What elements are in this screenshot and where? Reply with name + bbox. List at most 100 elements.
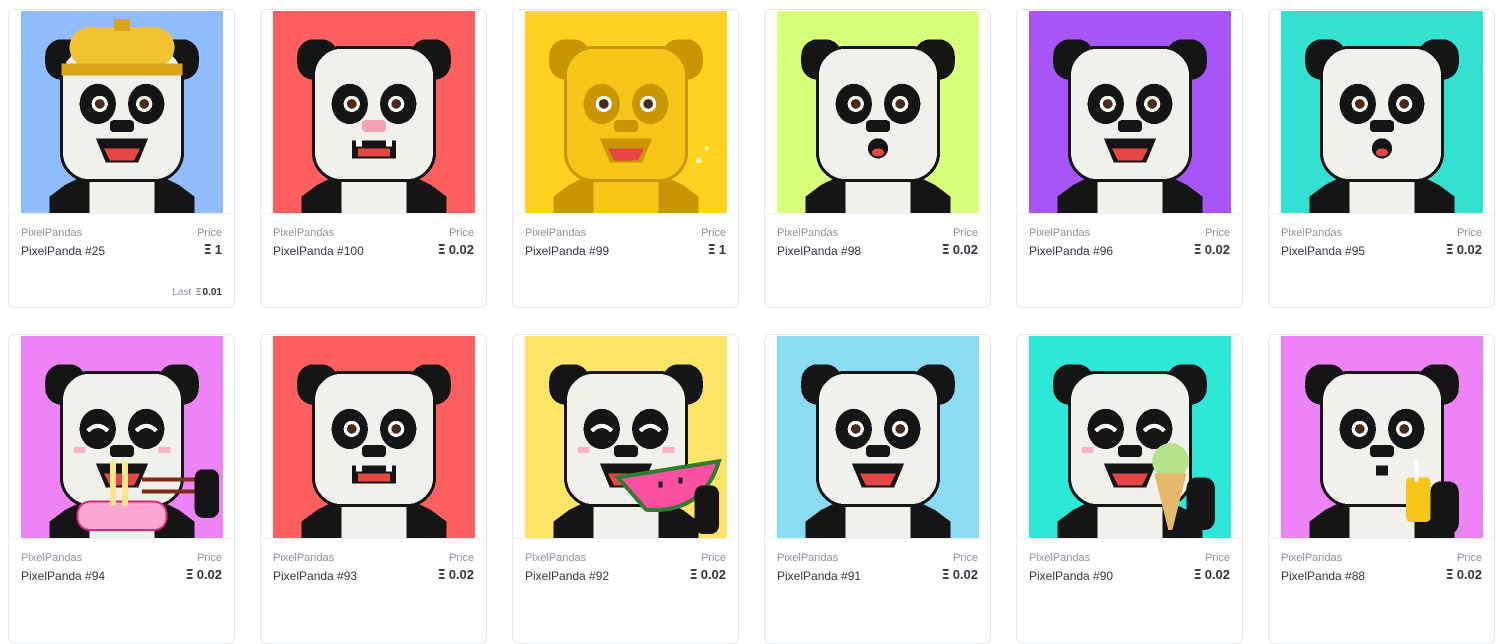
eth-icon: Ξ [437,243,446,258]
nft-card[interactable]: PixelPandas PixelPanda #25 Price Ξ1 Last… [8,9,235,308]
item-name[interactable]: PixelPanda #91 [777,569,861,583]
card-info: PixelPandas PixelPanda #95 Price Ξ 0.02 [1269,213,1494,307]
item-name[interactable]: PixelPanda #95 [1281,244,1365,258]
item-name[interactable]: PixelPanda #93 [273,569,357,583]
price-amount: 0.02 [1204,567,1230,582]
last-label: Last [172,287,192,298]
price-label: Price [952,552,978,564]
eth-icon: Ξ [195,287,202,298]
item-name[interactable]: PixelPanda #92 [525,569,609,583]
collection-name[interactable]: PixelPandas [1281,552,1342,564]
collection-name[interactable]: PixelPandas [21,227,82,239]
price-value: Ξ 0.02 [941,242,978,258]
item-name[interactable]: PixelPanda #90 [1029,569,1113,583]
price-label: Price [1204,227,1230,239]
price-label: Price [196,227,222,239]
card-info: PixelPandas PixelPanda #25 Price Ξ1 Last… [9,213,234,307]
nft-image[interactable] [21,336,223,538]
nft-image[interactable] [777,11,979,213]
nft-card[interactable]: PixelPandas PixelPanda #88 Price Ξ 0.02 [1268,334,1495,644]
nft-card[interactable]: PixelPandas PixelPanda #90 Price Ξ 0.02 [1016,334,1243,644]
price-label: Price [448,227,474,239]
price-amount: 0.02 [952,567,978,582]
eth-icon: Ξ [1445,243,1454,258]
card-info: PixelPandas PixelPanda #99 Price Ξ1 [513,213,738,307]
nft-card[interactable]: PixelPandas PixelPanda #100 Price Ξ 0.02 [260,9,487,308]
price-amount: 1 [718,242,726,257]
nft-image[interactable] [273,11,475,213]
price-label: Price [700,552,726,564]
price-value: Ξ 0.02 [437,242,474,258]
last-sale: Last Ξ0.01 [172,287,222,298]
eth-icon: Ξ [1193,243,1202,258]
nft-image[interactable] [1029,11,1231,213]
collection-name[interactable]: PixelPandas [1281,227,1342,239]
price-value: Ξ 0.02 [941,567,978,583]
price-value: Ξ 0.02 [185,567,222,583]
nft-image[interactable] [1281,11,1483,213]
price-label: Price [1456,227,1482,239]
price-value: Ξ 0.02 [1193,567,1230,583]
item-name[interactable]: PixelPanda #94 [21,569,105,583]
nft-image[interactable] [1281,336,1483,538]
item-name[interactable]: PixelPanda #96 [1029,244,1113,258]
eth-icon: Ξ [941,243,950,258]
price-amount: 0.02 [1204,242,1230,257]
nft-image[interactable] [525,336,727,538]
price-label: Price [1456,552,1482,564]
nft-card[interactable]: PixelPandas PixelPanda #91 Price Ξ 0.02 [764,334,991,644]
item-name[interactable]: PixelPanda #88 [1281,569,1365,583]
price-amount: 0.02 [196,567,222,582]
nft-card[interactable]: PixelPandas PixelPanda #94 Price Ξ 0.02 [8,334,235,644]
nft-image[interactable] [273,336,475,538]
eth-icon: Ξ [1193,568,1202,583]
nft-card[interactable]: PixelPandas PixelPanda #93 Price Ξ 0.02 [260,334,487,644]
nft-card-grid: PixelPandas PixelPanda #25 Price Ξ1 Last… [0,0,1500,644]
collection-name[interactable]: PixelPandas [777,552,838,564]
collection-name[interactable]: PixelPandas [525,227,586,239]
price-label: Price [700,227,726,239]
card-info: PixelPandas PixelPanda #88 Price Ξ 0.02 [1269,538,1494,635]
eth-icon: Ξ [203,243,212,258]
price-label: Price [1204,552,1230,564]
nft-image[interactable] [525,11,727,213]
price-amount: 0.02 [952,242,978,257]
price-value: Ξ 0.02 [437,567,474,583]
item-name[interactable]: PixelPanda #25 [21,244,105,258]
nft-image[interactable] [21,11,223,213]
collection-name[interactable]: PixelPandas [273,227,334,239]
nft-card[interactable]: PixelPandas PixelPanda #99 Price Ξ1 [512,9,739,308]
card-info: PixelPandas PixelPanda #100 Price Ξ 0.02 [261,213,486,307]
collection-name[interactable]: PixelPandas [525,552,586,564]
nft-card[interactable]: PixelPandas PixelPanda #98 Price Ξ 0.02 [764,9,991,308]
item-name[interactable]: PixelPanda #99 [525,244,609,258]
collection-name[interactable]: PixelPandas [273,552,334,564]
card-info: PixelPandas PixelPanda #91 Price Ξ 0.02 [765,538,990,635]
price-amount: 1 [214,242,222,257]
collection-name[interactable]: PixelPandas [1029,552,1090,564]
price-label: Price [448,552,474,564]
eth-icon: Ξ [941,568,950,583]
collection-name[interactable]: PixelPandas [777,227,838,239]
price-value: Ξ 0.02 [1193,242,1230,258]
item-name[interactable]: PixelPanda #98 [777,244,861,258]
nft-image[interactable] [1029,336,1231,538]
price-label: Price [196,552,222,564]
nft-image[interactable] [777,336,979,538]
price-value: Ξ 0.02 [1445,242,1482,258]
eth-icon: Ξ [185,568,194,583]
card-info: PixelPandas PixelPanda #98 Price Ξ 0.02 [765,213,990,307]
price-value: Ξ 0.02 [1445,567,1482,583]
price-amount: 0.02 [1456,242,1482,257]
eth-icon: Ξ [1445,568,1454,583]
price-value: Ξ1 [708,242,726,258]
collection-name[interactable]: PixelPandas [1029,227,1090,239]
card-info: PixelPandas PixelPanda #96 Price Ξ 0.02 [1017,213,1242,307]
collection-name[interactable]: PixelPandas [21,552,82,564]
card-info: PixelPandas PixelPanda #92 Price Ξ 0.02 [513,538,738,635]
nft-card[interactable]: PixelPandas PixelPanda #92 Price Ξ 0.02 [512,334,739,644]
price-amount: 0.02 [448,567,474,582]
item-name[interactable]: PixelPanda #100 [273,244,364,258]
nft-card[interactable]: PixelPandas PixelPanda #95 Price Ξ 0.02 [1268,9,1495,308]
nft-card[interactable]: PixelPandas PixelPanda #96 Price Ξ 0.02 [1016,9,1243,308]
